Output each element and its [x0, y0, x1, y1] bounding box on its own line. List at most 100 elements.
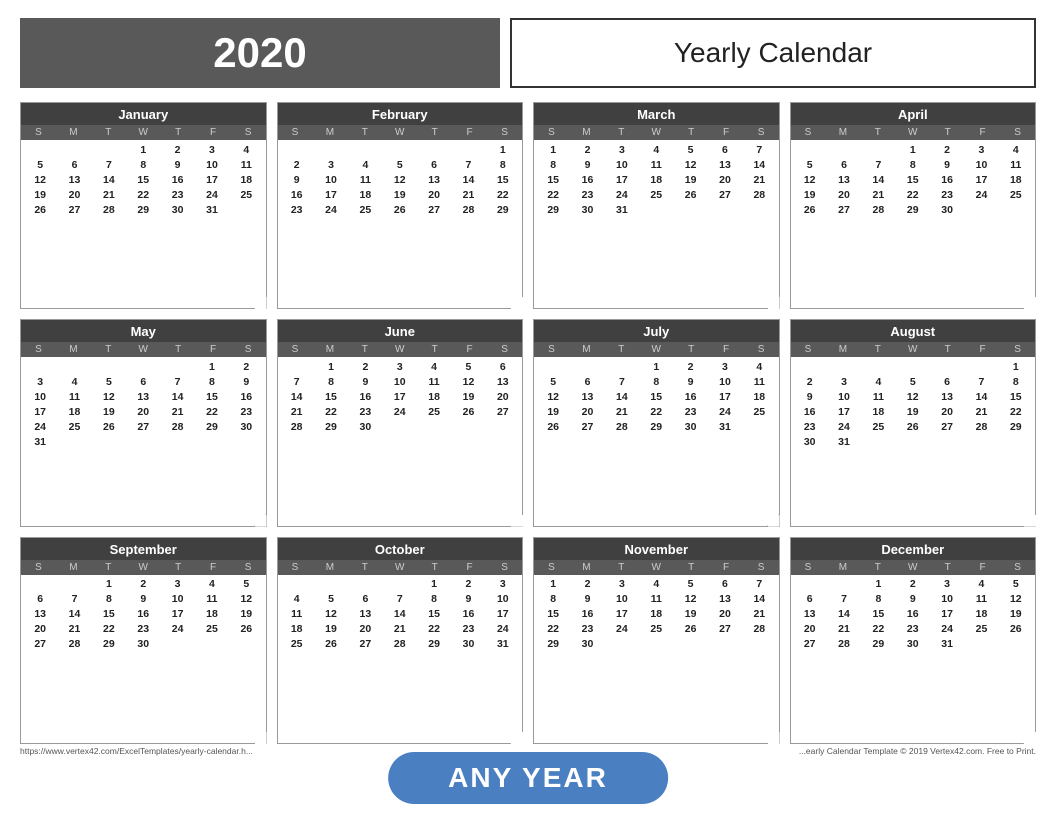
month-name: February — [278, 103, 523, 125]
page: 2020 Yearly Calendar JanuarySMTWTFS12345… — [0, 0, 1056, 816]
day-cell: 24 — [964, 187, 998, 202]
day-cell: 14 — [742, 592, 776, 607]
day-cell: 5 — [229, 577, 263, 592]
day-cell: 1 — [861, 577, 895, 592]
day-cell-empty — [896, 359, 930, 374]
month-block-june: JuneSMTWTFS12345678910111213141516171819… — [277, 319, 524, 526]
day-cell: 18 — [639, 172, 673, 187]
day-cell: 23 — [451, 622, 485, 637]
day-cell: 4 — [348, 157, 382, 172]
day-cell: 23 — [570, 187, 604, 202]
day-cell: 30 — [673, 419, 707, 434]
day-cell: 29 — [536, 637, 570, 652]
day-cell: 10 — [314, 172, 348, 187]
day-cell: 17 — [314, 187, 348, 202]
day-cell-empty — [23, 359, 57, 374]
day-cell: 12 — [383, 172, 417, 187]
day-header: S — [231, 125, 266, 140]
day-cell: 8 — [896, 157, 930, 172]
days-grid: 1234567891011121314151617181920212223242… — [21, 575, 266, 743]
day-cell: 22 — [861, 622, 895, 637]
day-cell: 18 — [229, 172, 263, 187]
day-cell: 4 — [999, 142, 1033, 157]
day-header: T — [161, 560, 196, 575]
day-cell: 16 — [229, 389, 263, 404]
day-cell: 9 — [348, 374, 382, 389]
day-cell: 10 — [486, 592, 520, 607]
day-header: W — [382, 125, 417, 140]
day-cell: 11 — [195, 592, 229, 607]
day-header: W — [639, 342, 674, 357]
day-cell: 5 — [896, 374, 930, 389]
day-header: F — [709, 342, 744, 357]
day-cell: 19 — [229, 607, 263, 622]
day-cell: 23 — [229, 404, 263, 419]
day-cell: 31 — [195, 202, 229, 217]
day-cell: 13 — [57, 172, 91, 187]
day-cell: 23 — [793, 419, 827, 434]
day-cell: 14 — [605, 389, 639, 404]
day-cell: 6 — [126, 374, 160, 389]
day-cell: 19 — [999, 607, 1033, 622]
day-cell: 18 — [999, 172, 1033, 187]
day-cell-empty — [793, 142, 827, 157]
day-cell: 17 — [195, 172, 229, 187]
day-cell: 13 — [708, 157, 742, 172]
day-cell: 19 — [673, 607, 707, 622]
day-cell: 27 — [57, 202, 91, 217]
day-cell: 1 — [195, 359, 229, 374]
day-header: M — [569, 560, 604, 575]
day-header: T — [674, 125, 709, 140]
day-cell: 25 — [195, 622, 229, 637]
day-cell: 6 — [417, 157, 451, 172]
day-header: T — [604, 125, 639, 140]
day-cell-empty — [314, 577, 348, 592]
days-grid: 1234567891011121314151617181920212223242… — [791, 357, 1036, 525]
day-cell-empty — [793, 359, 827, 374]
day-cell-empty — [57, 577, 91, 592]
day-cell: 28 — [742, 187, 776, 202]
day-cell: 11 — [229, 157, 263, 172]
day-cell: 1 — [417, 577, 451, 592]
day-cell: 4 — [639, 577, 673, 592]
day-header: T — [417, 342, 452, 357]
day-header: W — [126, 342, 161, 357]
day-cell: 15 — [536, 607, 570, 622]
day-cell: 22 — [92, 622, 126, 637]
day-cell: 4 — [417, 359, 451, 374]
day-header: F — [452, 125, 487, 140]
day-cell: 19 — [92, 404, 126, 419]
day-header: T — [91, 342, 126, 357]
month-block-april: AprilSMTWTFS1234567891011121314151617181… — [790, 102, 1037, 309]
day-header: S — [791, 125, 826, 140]
day-cell: 23 — [160, 187, 194, 202]
month-block-august: AugustSMTWTFS123456789101112131415161718… — [790, 319, 1037, 526]
day-cell: 12 — [314, 607, 348, 622]
day-cell: 9 — [673, 374, 707, 389]
day-cell: 17 — [383, 389, 417, 404]
day-cell: 24 — [383, 404, 417, 419]
day-header: W — [126, 125, 161, 140]
day-cell-empty — [280, 577, 314, 592]
day-cell: 15 — [486, 172, 520, 187]
day-header: M — [56, 560, 91, 575]
day-cell: 27 — [793, 637, 827, 652]
month-block-september: SeptemberSMTWTFS123456789101112131415161… — [20, 537, 267, 744]
any-year-button[interactable]: ANY YEAR — [388, 752, 668, 804]
day-cell-empty — [930, 359, 964, 374]
day-cell: 24 — [23, 419, 57, 434]
day-cell: 5 — [999, 577, 1033, 592]
day-cell-empty — [23, 577, 57, 592]
day-cell: 20 — [348, 622, 382, 637]
day-cell: 26 — [229, 622, 263, 637]
day-cell: 7 — [964, 374, 998, 389]
day-cell: 17 — [708, 389, 742, 404]
day-cell: 9 — [229, 374, 263, 389]
day-cell: 17 — [160, 607, 194, 622]
day-header: T — [674, 342, 709, 357]
month-name: May — [21, 320, 266, 342]
day-cell: 9 — [160, 157, 194, 172]
day-cell: 4 — [57, 374, 91, 389]
day-cell: 8 — [639, 374, 673, 389]
day-cell: 27 — [348, 637, 382, 652]
